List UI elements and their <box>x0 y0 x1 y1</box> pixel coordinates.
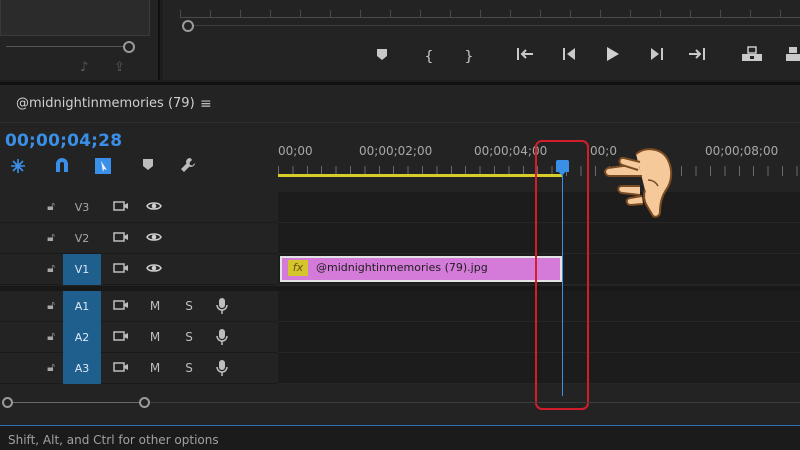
lock-icon[interactable]: 🔓︎ <box>44 261 58 277</box>
clip-name: @midnightinmemories (79).jpg <box>316 261 488 274</box>
mark-out-icon[interactable]: } <box>458 46 480 68</box>
add-marker-icon[interactable] <box>371 46 393 68</box>
source-monitor-viewer <box>0 0 150 36</box>
eye-visibility-icon[interactable] <box>145 231 163 247</box>
mark-in-icon[interactable]: { <box>418 46 440 68</box>
zoom-scrollbar-track[interactable] <box>8 402 142 403</box>
drag-audio-only-icon[interactable]: ♪ <box>80 60 98 75</box>
solo-button[interactable]: S <box>182 361 196 377</box>
eye-visibility-icon[interactable] <box>145 262 163 278</box>
track-header-v1 <box>0 254 278 285</box>
track-header-a3 <box>0 353 278 384</box>
snap-magnet-icon[interactable] <box>52 156 72 176</box>
step-back-icon[interactable] <box>558 46 580 68</box>
track-target-v1[interactable]: V1 <box>63 254 101 285</box>
eye-visibility-icon[interactable] <box>145 200 163 216</box>
highlight-annotation-box <box>535 140 589 410</box>
track-header-v3 <box>0 192 278 223</box>
toggle-sync-lock-icon[interactable] <box>112 200 130 216</box>
wrench-settings-icon[interactable] <box>178 156 198 176</box>
program-zoom-track <box>186 25 800 26</box>
track-header-a2 <box>0 322 278 353</box>
mute-button[interactable]: M <box>148 330 162 346</box>
toggle-sync-lock-icon[interactable] <box>112 361 130 377</box>
track-target-v2[interactable]: V2 <box>63 223 101 254</box>
toggle-sync-lock-icon[interactable] <box>112 231 130 247</box>
program-time-ruler[interactable] <box>180 10 800 18</box>
track-target-v3[interactable]: V3 <box>63 192 101 223</box>
lock-icon[interactable]: 🔓︎ <box>44 360 58 376</box>
step-forward-icon[interactable] <box>646 46 668 68</box>
add-marker-icon[interactable] <box>138 156 158 176</box>
toggle-sync-lock-icon[interactable] <box>112 299 130 315</box>
status-hint-text: Shift, Alt, and Ctrl for other options <box>8 433 219 447</box>
play-icon[interactable] <box>601 46 623 68</box>
track-target-a3[interactable]: A3 <box>63 353 101 384</box>
ruler-label: 00;00;08;00 <box>705 144 779 158</box>
ruler-label: 00;00;02;00 <box>359 144 433 158</box>
nest-sequences-icon[interactable] <box>8 156 28 176</box>
toggle-sync-lock-icon[interactable] <box>112 262 130 278</box>
lift-icon[interactable] <box>741 46 763 68</box>
horizontal-scrollbar[interactable] <box>150 402 800 403</box>
program-zoom-handle[interactable] <box>182 20 194 32</box>
microphone-icon[interactable] <box>213 328 231 345</box>
playhead-timecode[interactable]: 00;00;04;28 <box>5 131 122 151</box>
zoom-handle-right[interactable] <box>139 397 150 408</box>
lock-icon[interactable]: 🔓︎ <box>44 329 58 345</box>
pointing-hand-icon <box>596 140 682 224</box>
track-header-a1 <box>0 291 278 322</box>
source-zoom-handle[interactable] <box>123 41 135 53</box>
tab-divider <box>0 122 800 123</box>
mute-button[interactable]: M <box>148 361 162 377</box>
toggle-sync-lock-icon[interactable] <box>112 330 130 346</box>
microphone-icon[interactable] <box>213 359 231 376</box>
track-header-v2 <box>0 223 278 254</box>
fx-badge[interactable]: fx <box>288 260 308 276</box>
microphone-icon[interactable] <box>213 297 231 314</box>
ruler-label: 00;00 <box>278 144 313 158</box>
sequence-tab[interactable]: @midnightinmemories (79) <box>16 96 195 114</box>
source-zoom-track <box>6 46 130 47</box>
track-target-a1[interactable]: A1 <box>63 291 101 322</box>
track-target-a2[interactable]: A2 <box>63 322 101 353</box>
hamburger-menu-icon[interactable]: ≡ <box>200 96 214 114</box>
mute-button[interactable]: M <box>148 299 162 315</box>
solo-button[interactable]: S <box>182 299 196 315</box>
go-to-out-icon[interactable] <box>686 46 708 68</box>
extract-icon[interactable] <box>782 46 800 68</box>
solo-button[interactable]: S <box>182 330 196 346</box>
linked-selection-icon[interactable] <box>93 156 113 176</box>
go-to-in-icon[interactable] <box>514 46 536 68</box>
export-frame-icon[interactable]: ⇪ <box>114 60 132 75</box>
zoom-handle-left[interactable] <box>2 397 13 408</box>
lock-icon[interactable]: 🔓︎ <box>44 199 58 215</box>
lock-icon[interactable]: 🔓︎ <box>44 230 58 246</box>
work-area-bar[interactable] <box>278 174 562 177</box>
lock-icon[interactable]: 🔓︎ <box>44 298 58 314</box>
